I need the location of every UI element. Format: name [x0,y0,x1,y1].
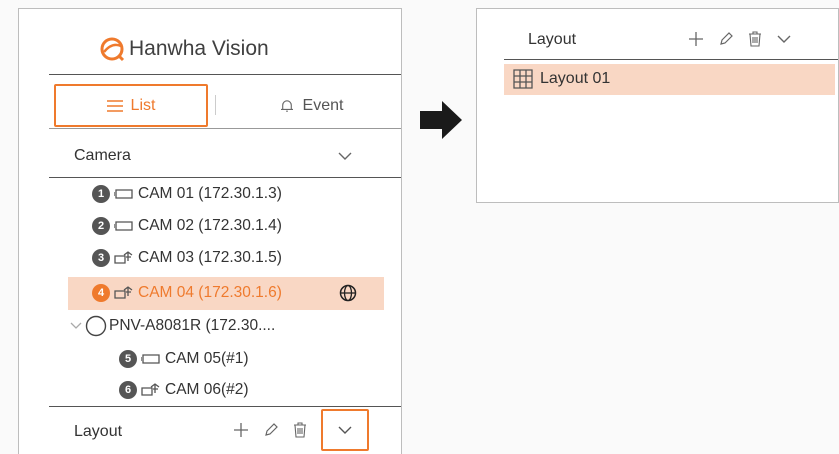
camera-label: CAM 06(#2) [165,381,249,398]
layout-section-header[interactable]: Layout [528,31,576,49]
camera-item[interactable]: 1 CAM 01 (172.30.1.3) [92,183,282,205]
brand-name: Hanwha Vision [129,37,269,60]
hanwha-logo-icon [100,37,125,62]
globe-icon[interactable] [339,284,357,302]
camera-section-header[interactable]: Camera [74,147,131,165]
group-chevron-down-icon[interactable] [69,321,83,331]
add-icon[interactable] [688,31,704,47]
ptz-camera-icon [114,251,133,264]
camera-number-badge: 1 [92,185,110,203]
grid-icon [513,69,533,89]
divider [49,177,401,178]
tab-event-label: Event [302,96,344,114]
box-camera-icon [114,189,133,199]
camera-number-badge: 5 [119,350,137,368]
tab-event[interactable]: Event [219,84,401,127]
camera-number-badge: 6 [119,381,137,399]
layout-label: Layout 01 [540,70,611,87]
divider [504,59,838,60]
chevron-down-icon [338,426,352,434]
camera-section-chevron-down-icon[interactable] [337,150,353,162]
box-camera-icon [141,354,160,364]
tab-list-label: List [130,96,156,114]
camera-label: CAM 05(#1) [165,350,249,367]
camera-group-item[interactable]: PNV-A8081R (172.30.... [69,315,275,337]
camera-label: CAM 01 (172.30.1.3) [138,185,282,202]
brand-logo: Hanwha Vision [99,34,269,64]
multi-sensor-icon [85,315,107,337]
bell-icon [280,99,293,112]
tab-list[interactable]: List [54,84,208,127]
divider [49,74,401,75]
camera-label: CAM 04 (172.30.1.6) [138,284,282,301]
camera-label: CAM 03 (172.30.1.5) [138,249,282,266]
divider [49,128,401,129]
layout-section-header[interactable]: Layout [74,423,122,441]
layout-expand-button[interactable] [321,409,369,451]
camera-item[interactable]: 3 CAM 03 (172.30.1.5) [92,247,282,269]
layout-item[interactable]: Layout 01 [513,68,610,90]
camera-item-selected[interactable]: 4 CAM 04 (172.30.1.6) [92,282,282,304]
camera-item[interactable]: 5 CAM 05(#1) [119,348,249,370]
left-panel: Hanwha Vision List Event Camera 1 CAM 01… [18,8,402,454]
right-panel: Layout Layout 01 [476,8,839,203]
ptz-camera-icon [114,286,133,299]
edit-pencil-icon[interactable] [718,31,734,47]
edit-pencil-icon[interactable] [263,422,279,438]
layout-toolbar [688,31,792,47]
layout-toolbar [233,422,307,438]
camera-label: CAM 02 (172.30.1.4) [138,217,282,234]
camera-number-badge: 4 [92,284,110,302]
delete-trash-icon[interactable] [748,31,762,47]
tab-divider [215,95,216,115]
ptz-camera-icon [141,383,160,396]
add-icon[interactable] [233,422,249,438]
group-label: PNV-A8081R (172.30.... [109,317,276,334]
list-icon [106,99,123,112]
arrow-right-icon [420,101,462,139]
divider [49,406,401,407]
delete-trash-icon[interactable] [293,422,307,438]
box-camera-icon [114,221,133,231]
camera-number-badge: 2 [92,217,110,235]
camera-item[interactable]: 6 CAM 06(#2) [119,379,249,401]
camera-item[interactable]: 2 CAM 02 (172.30.1.4) [92,215,282,237]
camera-number-badge: 3 [92,249,110,267]
chevron-down-icon[interactable] [776,33,792,45]
